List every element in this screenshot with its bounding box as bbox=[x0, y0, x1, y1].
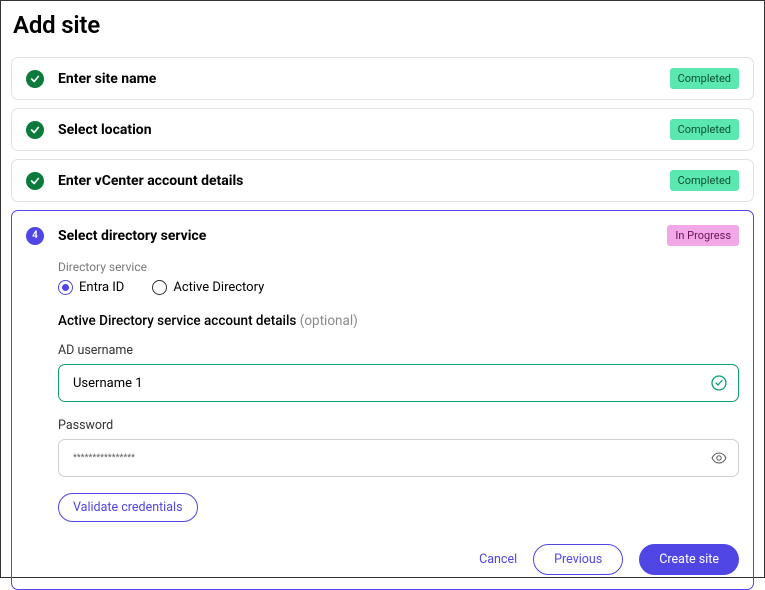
status-badge: In Progress bbox=[667, 225, 739, 246]
step-row-directory-service: 4 Select directory service In Progress D… bbox=[11, 210, 754, 590]
radio-label: Entra ID bbox=[79, 280, 124, 295]
radio-active-directory[interactable]: Active Directory bbox=[152, 280, 264, 295]
check-circle-icon bbox=[26, 172, 44, 190]
page-title: Add site bbox=[13, 11, 754, 39]
footer-actions: Cancel Previous Create site bbox=[26, 544, 739, 575]
status-badge: Completed bbox=[670, 119, 739, 140]
validate-credentials-button[interactable]: Validate credentials bbox=[58, 493, 198, 522]
radio-label: Active Directory bbox=[173, 280, 264, 295]
status-badge: Completed bbox=[670, 68, 739, 89]
ad-username-label: AD username bbox=[58, 343, 739, 358]
status-badge: Completed bbox=[670, 170, 739, 191]
radio-circle-icon bbox=[152, 280, 167, 295]
step-title: Select directory service bbox=[58, 228, 206, 244]
password-label: Password bbox=[58, 418, 739, 433]
password-input[interactable] bbox=[58, 439, 739, 477]
directory-service-label: Directory service bbox=[58, 260, 739, 274]
step-row-vcenter-details[interactable]: Enter vCenter account details Completed bbox=[11, 159, 754, 202]
check-circle-icon bbox=[26, 121, 44, 139]
create-site-button[interactable]: Create site bbox=[639, 544, 739, 575]
cancel-link[interactable]: Cancel bbox=[479, 552, 517, 567]
step-title: Enter vCenter account details bbox=[58, 173, 243, 189]
ad-account-section-title: Active Directory service account details… bbox=[58, 313, 739, 329]
step-number-badge: 4 bbox=[26, 227, 44, 245]
step-title: Enter site name bbox=[58, 71, 156, 87]
radio-entra-id[interactable]: Entra ID bbox=[58, 280, 124, 295]
directory-service-radio-group: Entra ID Active Directory bbox=[58, 280, 739, 295]
step-title: Select location bbox=[58, 122, 152, 138]
check-circle-outline-icon bbox=[711, 375, 727, 391]
step-row-select-location[interactable]: Select location Completed bbox=[11, 108, 754, 151]
previous-button[interactable]: Previous bbox=[533, 544, 623, 575]
check-circle-icon bbox=[26, 70, 44, 88]
step-row-enter-site-name[interactable]: Enter site name Completed bbox=[11, 57, 754, 100]
radio-circle-icon bbox=[58, 280, 73, 295]
ad-username-input[interactable] bbox=[58, 364, 739, 402]
eye-icon[interactable] bbox=[711, 450, 727, 466]
